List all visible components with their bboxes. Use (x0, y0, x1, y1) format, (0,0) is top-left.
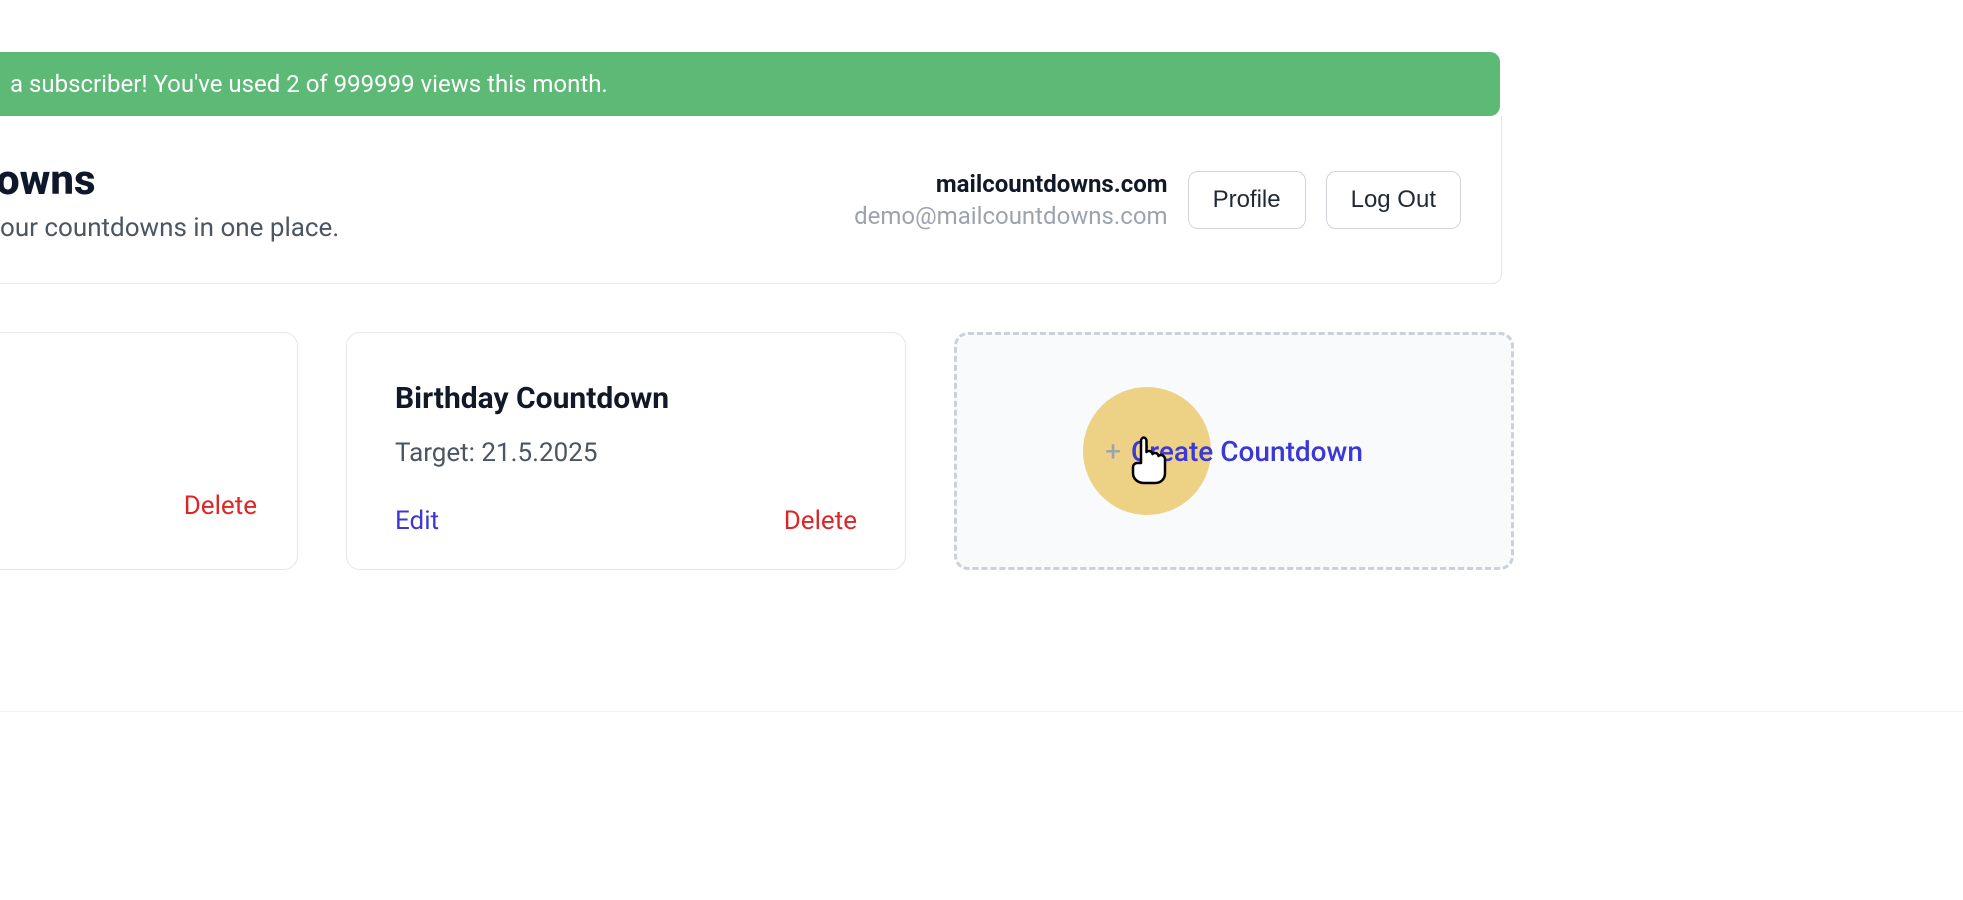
page-title: owns (0, 156, 339, 205)
delete-button[interactable]: Delete (784, 506, 857, 536)
countdown-target: Target: 21.5.2025 (395, 438, 857, 468)
account-info: mailcountdowns.com demo@mailcountdowns.c… (854, 170, 1167, 230)
page-subtitle: our countdowns in one place. (0, 213, 339, 243)
page-header: owns our countdowns in one place. mailco… (0, 116, 1502, 284)
subscription-banner: a subscriber! You've used 2 of 999999 vi… (0, 52, 1500, 116)
pointer-cursor-icon (1127, 435, 1171, 485)
footer-divider (0, 711, 1963, 712)
header-right: mailcountdowns.com demo@mailcountdowns.c… (854, 170, 1461, 230)
edit-button[interactable]: Edit (395, 506, 439, 536)
card-actions: Edit Delete (395, 506, 857, 536)
account-name: mailcountdowns.com (854, 170, 1167, 198)
header-left: owns our countdowns in one place. (0, 156, 339, 243)
countdown-title: Birthday Countdown (395, 381, 857, 416)
delete-button[interactable]: Delete (184, 491, 257, 521)
profile-button[interactable]: Profile (1188, 171, 1306, 229)
plus-icon: + (1105, 435, 1121, 468)
countdown-card-partial: Delete (0, 332, 298, 570)
create-countdown-card[interactable]: + Create Countdown (954, 332, 1514, 570)
account-email: demo@mailcountdowns.com (854, 202, 1167, 230)
countdown-card: Birthday Countdown Target: 21.5.2025 Edi… (346, 332, 906, 570)
banner-text: a subscriber! You've used 2 of 999999 vi… (10, 70, 608, 98)
countdowns-row: Delete Birthday Countdown Target: 21.5.2… (0, 332, 1963, 570)
logout-button[interactable]: Log Out (1326, 171, 1461, 229)
